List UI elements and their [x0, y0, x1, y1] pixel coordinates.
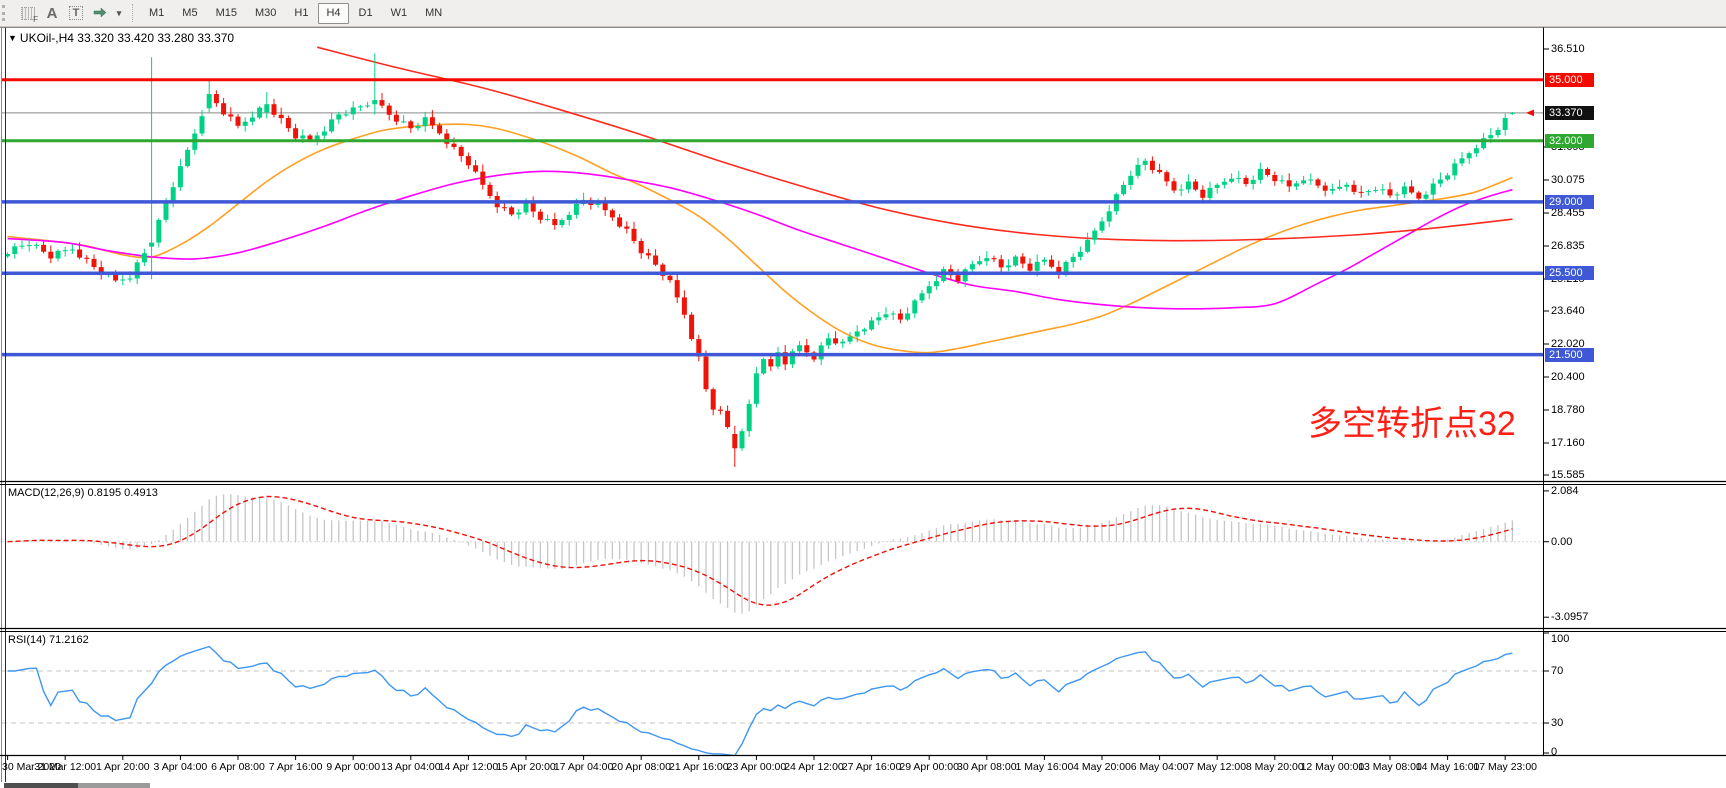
- time-axis-label: 24 Apr 12:00: [784, 761, 844, 773]
- tf-button-m15[interactable]: M15: [208, 3, 245, 24]
- time-axis-label: 17 May 23:00: [1473, 761, 1537, 773]
- rsi-axis-tick: 0: [1551, 746, 1557, 758]
- ohlc-values: 33.320 33.420 33.280 33.370: [77, 31, 234, 45]
- tf-button-h4[interactable]: H4: [318, 3, 348, 24]
- dropdown-arrow-icon[interactable]: ▾: [113, 3, 125, 23]
- tf-button-mn[interactable]: MN: [417, 3, 450, 24]
- price-axis-tick: 15.585: [1551, 469, 1585, 481]
- time-axis-label: 6 Apr 08:00: [211, 761, 265, 773]
- axis-labels-layer: 36.51031.69530.07528.45526.83525.21523.6…: [0, 0, 1726, 788]
- time-axis-label: 21 Apr 16:00: [669, 761, 729, 773]
- grid-icon-f-label: F: [33, 15, 38, 24]
- time-axis-label: 9 Apr 00:00: [326, 761, 380, 773]
- time-axis-label: 13 May 08:00: [1358, 761, 1422, 773]
- tf-button-m30[interactable]: M30: [247, 3, 284, 24]
- time-axis-label: 3 Apr 04:00: [154, 761, 208, 773]
- time-axis-label: 30 Apr 08:00: [957, 761, 1017, 773]
- time-axis-label: 7 Apr 16:00: [269, 761, 323, 773]
- price-axis-tick: 23.640: [1551, 305, 1585, 317]
- time-axis-label: 13 Apr 04:00: [381, 761, 441, 773]
- tf-button-w1[interactable]: W1: [383, 3, 416, 24]
- price-axis-tick: 26.835: [1551, 240, 1585, 252]
- h-scrollbar-track[interactable]: [78, 783, 150, 788]
- tf-button-m5[interactable]: M5: [174, 3, 205, 24]
- time-axis-label: 31 Mar 12:00: [34, 761, 96, 773]
- toolbar-separator: [132, 4, 134, 22]
- h-scrollbar-thumb[interactable]: [4, 783, 78, 788]
- time-axis-label: 12 May 00:00: [1301, 761, 1365, 773]
- time-axis-label: 14 May 16:00: [1416, 761, 1480, 773]
- time-axis-label: 7 May 12:00: [1188, 761, 1246, 773]
- time-axis-label: 4 May 20:00: [1073, 761, 1131, 773]
- time-axis-label: 1 May 16:00: [1015, 761, 1073, 773]
- chart-symbol-title: ▼UKOil-,H4 33.320 33.420 33.280 33.370: [8, 31, 234, 45]
- text-label-icon[interactable]: A: [41, 3, 63, 23]
- price-axis-tick: 17.160: [1551, 437, 1585, 449]
- price-axis-tick: 20.400: [1551, 371, 1585, 383]
- price-axis-tick: 36.510: [1551, 43, 1585, 55]
- price-level-badge: 21.500: [1545, 348, 1594, 362]
- price-level-badge: 32.000: [1545, 134, 1594, 148]
- time-axis-label: 27 Apr 16:00: [842, 761, 902, 773]
- macd-axis-tick: 2.084: [1551, 485, 1579, 497]
- time-axis-label: 23 Apr 00:00: [727, 761, 787, 773]
- price-axis-tick: 30.075: [1551, 174, 1585, 186]
- time-axis-label: 14 Apr 12:00: [439, 761, 499, 773]
- time-axis-label: 6 May 04:00: [1131, 761, 1189, 773]
- rsi-axis-tick: 70: [1551, 665, 1563, 677]
- collapse-arrow-icon[interactable]: ▼: [8, 33, 17, 43]
- rsi-axis-tick: 30: [1551, 717, 1563, 729]
- tf-button-h1[interactable]: H1: [286, 3, 316, 24]
- time-axis-label: 15 Apr 20:00: [496, 761, 556, 773]
- price-level-badge: 29.000: [1545, 195, 1594, 209]
- time-axis-label: 17 Apr 04:00: [554, 761, 614, 773]
- time-axis-label: 20 Apr 08:00: [611, 761, 671, 773]
- grid-period-icon[interactable]: F: [17, 3, 39, 23]
- tf-button-m1[interactable]: M1: [141, 3, 172, 24]
- macd-axis-tick: 0.00: [1551, 536, 1572, 548]
- price-level-badge: 35.000: [1545, 73, 1594, 87]
- price-axis-tick: 18.780: [1551, 404, 1585, 416]
- rsi-label: RSI(14) 71.2162: [8, 634, 89, 646]
- rsi-axis-tick: 100: [1551, 633, 1569, 645]
- chart-annotation: 多空转折点32: [1308, 396, 1516, 445]
- toolbar-drag-handle[interactable]: [2, 5, 12, 21]
- text-box-icon[interactable]: T: [65, 3, 87, 23]
- time-axis-label: 1 Apr 20:00: [96, 761, 150, 773]
- price-level-badge: 25.500: [1545, 266, 1594, 280]
- time-axis-label: 8 May 20:00: [1246, 761, 1304, 773]
- tf-button-d1[interactable]: D1: [351, 3, 381, 24]
- toolbar: F A T ▾ M1M5M15M30H1H4D1W1MN: [0, 0, 1726, 27]
- cycle-colors-icon[interactable]: [89, 3, 111, 23]
- mt4-window: F A T ▾ M1M5M15M30H1H4D1W1MN ▼UKOil-,H4 …: [0, 0, 1726, 788]
- price-level-badge: 33.370: [1545, 106, 1594, 120]
- cycle-arrows-glyph: [93, 7, 108, 19]
- macd-label: MACD(12,26,9) 0.8195 0.4913: [8, 487, 158, 499]
- macd-axis-tick: -3.0957: [1551, 611, 1588, 623]
- symbol-period: UKOil-,H4: [20, 31, 74, 45]
- timeframe-buttons: M1M5M15M30H1H4D1W1MN: [140, 3, 451, 24]
- time-axis-label: 29 Apr 00:00: [899, 761, 959, 773]
